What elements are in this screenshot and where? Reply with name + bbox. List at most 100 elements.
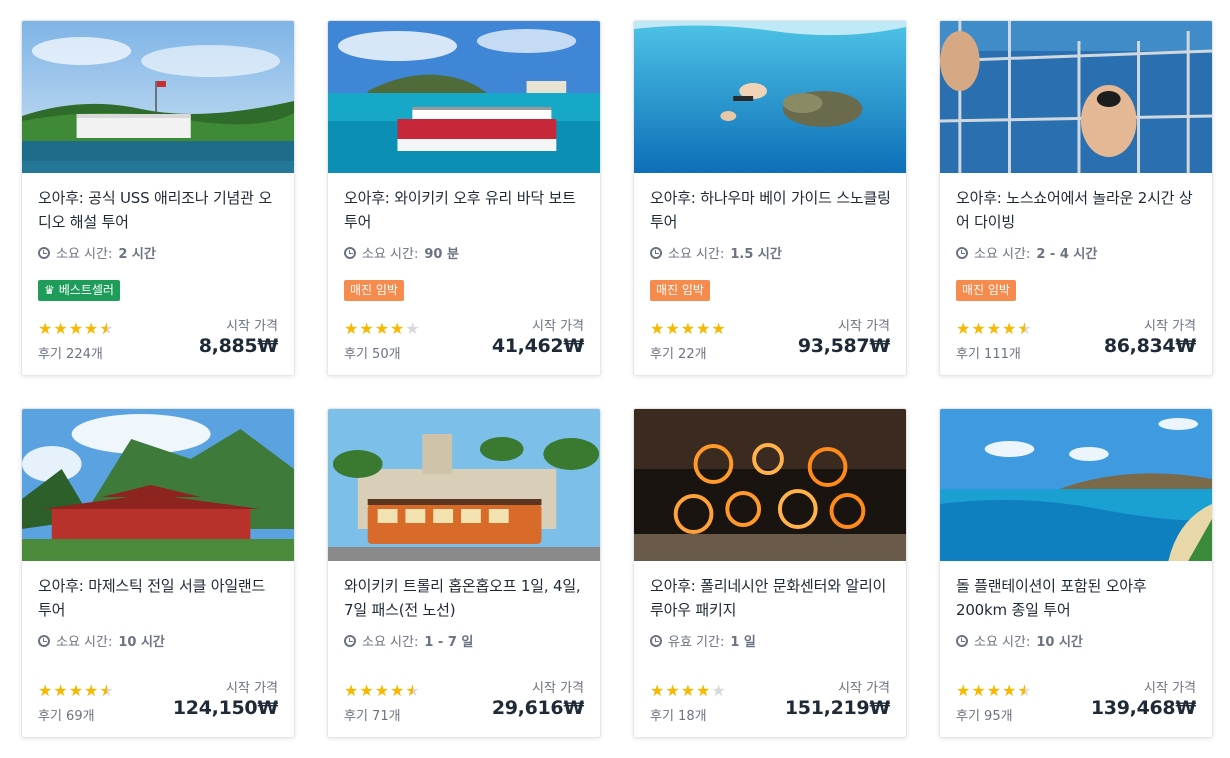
star-icon: ★ <box>53 319 69 338</box>
activity-title[interactable]: 오아후: 와이키키 오후 유리 바닥 보트 투어 <box>344 186 588 234</box>
star-icon: ★ <box>344 319 360 338</box>
clock-icon <box>650 246 662 259</box>
review-count: 후기 71개 <box>344 709 401 724</box>
review-count: 후기 22개 <box>650 347 707 362</box>
review-count: 후기 69개 <box>38 709 95 724</box>
star-icon: ★ <box>986 681 1003 700</box>
bestseller-badge: ♛ 베스트셀러 <box>38 280 120 301</box>
star-icon: ★ <box>665 319 681 338</box>
activity-photo-sea-turtle[interactable] <box>634 21 906 173</box>
clock-icon <box>38 246 50 259</box>
star-icon: ★ <box>971 319 987 338</box>
duration-label: 소요 시간: <box>362 635 419 650</box>
price: 151,219₩ <box>784 697 890 719</box>
review-count: 후기 95개 <box>956 709 1013 724</box>
clock-icon <box>956 634 968 647</box>
activity-photo-shark-cage[interactable] <box>940 21 1212 173</box>
activity-photo-pearl-harbor[interactable] <box>22 21 294 173</box>
star-empty-icon: ★ <box>711 681 727 700</box>
star-icon: ★ <box>650 681 666 700</box>
rating-stars: ★★★★★ <box>956 683 1033 699</box>
activity-duration: 유효 기간: 1 일 <box>650 631 756 650</box>
star-icon: ★ <box>344 681 360 700</box>
star-icon: ★ <box>84 319 100 338</box>
star-icon: ★ <box>390 319 406 338</box>
badge-label: 매진 임박 <box>656 283 704 297</box>
activity-photo-trolley[interactable] <box>328 409 600 561</box>
review-count: 후기 224개 <box>38 347 103 362</box>
card-footer: ★★★★★ 후기 69개 시작 가격 124,150₩ <box>38 677 278 725</box>
star-half-icon: ★ <box>1017 681 1033 700</box>
star-icon: ★ <box>68 319 85 338</box>
activity-card[interactable]: 오아후: 폴리네시안 문화센터와 알리이 루아우 패키지 유효 기간: 1 일 … <box>633 408 907 738</box>
activity-photo-coastline[interactable] <box>940 409 1212 561</box>
badge-label: 베스트셀러 <box>58 283 114 297</box>
card-footer: ★★★★★ 후기 95개 시작 가격 139,468₩ <box>956 677 1196 725</box>
activity-title[interactable]: 와이키키 트롤리 홉온홉오프 1일, 4일, 7일 패스(전 노선) <box>344 574 588 622</box>
likely-to-sell-out-badge: 매진 임박 <box>650 280 710 301</box>
activity-title[interactable]: 오아후: 마제스틱 전일 서클 아일랜드 투어 <box>38 574 282 622</box>
star-icon: ★ <box>971 681 987 700</box>
star-icon: ★ <box>665 681 681 700</box>
activity-title[interactable]: 오아후: 하나우마 베이 가이드 스노클링 투어 <box>650 186 894 234</box>
star-icon: ★ <box>650 319 666 338</box>
star-icon: ★ <box>956 319 972 338</box>
star-icon: ★ <box>84 681 100 700</box>
badge-label: 매진 임박 <box>350 283 398 297</box>
review-count: 후기 50개 <box>344 347 401 362</box>
price-label: 시작 가격 <box>226 681 278 696</box>
card-footer: ★★★★★ 후기 224개 시작 가격 8,885₩ <box>38 315 278 363</box>
card-footer: ★★★★★ 후기 111개 시작 가격 86,834₩ <box>956 315 1196 363</box>
activity-card[interactable]: 돌 플랜테이션이 포함된 오아후 200km 종일 투어 소요 시간: 10 시… <box>939 408 1213 738</box>
review-count: 후기 18개 <box>650 709 707 724</box>
star-icon: ★ <box>986 319 1003 338</box>
duration-value: 90 분 <box>424 247 459 262</box>
activity-grid: 오아후: 공식 USS 애리조나 기념관 오디오 해설 투어 소요 시간: 2 … <box>21 20 1213 740</box>
activity-title[interactable]: 오아후: 폴리네시안 문화센터와 알리이 루아우 패키지 <box>650 574 894 622</box>
duration-label: 소요 시간: <box>56 247 113 262</box>
price-label: 시작 가격 <box>1144 319 1196 334</box>
activity-photo-temple[interactable] <box>22 409 294 561</box>
activity-card[interactable]: 오아후: 공식 USS 애리조나 기념관 오디오 해설 투어 소요 시간: 2 … <box>21 20 295 376</box>
activity-card[interactable]: 오아후: 하나우마 베이 가이드 스노클링 투어 소요 시간: 1.5 시간 매… <box>633 20 907 376</box>
duration-label: 유효 기간: <box>668 635 725 650</box>
card-footer: ★★★★★ 후기 71개 시작 가격 29,616₩ <box>344 677 584 725</box>
rating-stars: ★★★★★ <box>38 683 115 699</box>
duration-label: 소요 시간: <box>974 247 1031 262</box>
star-icon: ★ <box>956 681 972 700</box>
price-label: 시작 가격 <box>838 681 890 696</box>
price-label: 시작 가격 <box>532 319 584 334</box>
rating-stars: ★★★★★ <box>38 321 115 337</box>
rating-stars: ★★★★★ <box>650 683 727 699</box>
activity-title[interactable]: 돌 플랜테이션이 포함된 오아후 200km 종일 투어 <box>956 574 1200 622</box>
star-icon: ★ <box>374 319 391 338</box>
clock-icon <box>344 634 356 647</box>
activity-title[interactable]: 오아후: 노스쇼어에서 놀라운 2시간 상어 다이빙 <box>956 186 1200 234</box>
rating-stars: ★★★★★ <box>650 321 727 337</box>
star-empty-icon: ★ <box>405 319 421 338</box>
price: 93,587₩ <box>797 335 890 357</box>
price: 29,616₩ <box>491 697 584 719</box>
activity-title[interactable]: 오아후: 공식 USS 애리조나 기념관 오디오 해설 투어 <box>38 186 282 234</box>
star-icon: ★ <box>696 681 712 700</box>
star-icon: ★ <box>1002 681 1018 700</box>
activity-photo-glass-bottom-boat[interactable] <box>328 21 600 173</box>
star-icon: ★ <box>680 681 697 700</box>
activity-card[interactable]: 오아후: 노스쇼어에서 놀라운 2시간 상어 다이빙 소요 시간: 2 - 4 … <box>939 20 1213 376</box>
activity-card[interactable]: 오아후: 마제스틱 전일 서클 아일랜드 투어 소요 시간: 10 시간 ★★★… <box>21 408 295 738</box>
activity-card[interactable]: 와이키키 트롤리 홉온홉오프 1일, 4일, 7일 패스(전 노선) 소요 시간… <box>327 408 601 738</box>
star-icon: ★ <box>374 681 391 700</box>
card-footer: ★★★★★ 후기 22개 시작 가격 93,587₩ <box>650 315 890 363</box>
activity-card[interactable]: 오아후: 와이키키 오후 유리 바닥 보트 투어 소요 시간: 90 분 매진 … <box>327 20 601 376</box>
duration-value: 1 - 7 일 <box>424 635 474 650</box>
star-half-icon: ★ <box>99 319 115 338</box>
price-label: 시작 가격 <box>532 681 584 696</box>
duration-label: 소요 시간: <box>668 247 725 262</box>
star-icon: ★ <box>68 681 85 700</box>
activity-photo-fire-dancers[interactable] <box>634 409 906 561</box>
badge-label: 매진 임박 <box>962 283 1010 297</box>
clock-icon <box>344 246 356 259</box>
duration-value: 2 시간 <box>118 247 156 262</box>
clock-icon <box>650 634 662 647</box>
price: 41,462₩ <box>491 335 584 357</box>
